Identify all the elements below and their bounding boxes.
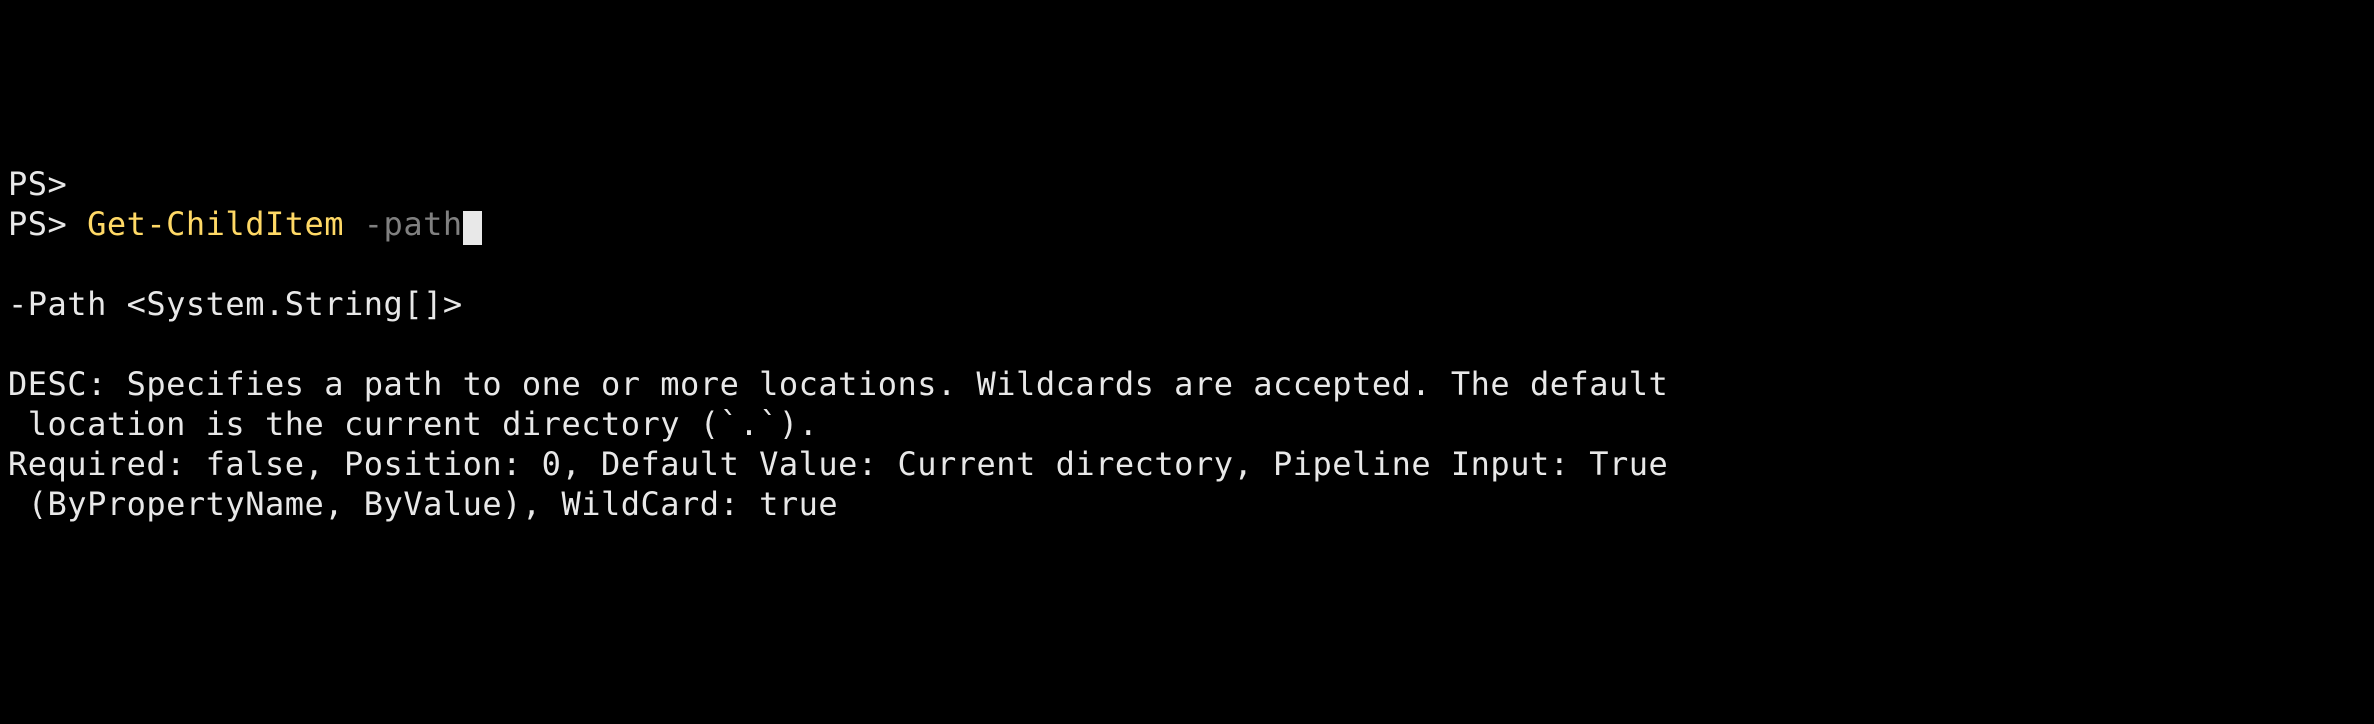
command-input-line[interactable]: PS> Get-ChildItem -path	[8, 204, 2366, 244]
parameter-syntax: -Path <System.String[]>	[8, 284, 2366, 324]
terminal-output[interactable]: PS>PS> Get-ChildItem -path -Path <System.…	[8, 164, 2366, 524]
blank-line	[8, 244, 2366, 284]
parameter-name: -path	[364, 205, 463, 243]
parameter-properties: Required: false, Position: 0, Default Va…	[8, 444, 2366, 524]
ps-prompt: PS>	[8, 205, 87, 243]
desc-label: DESC:	[8, 365, 127, 403]
cmdlet-name: Get-ChildItem	[87, 205, 344, 243]
parameter-description: DESC: Specifies a path to one or more lo…	[8, 364, 2366, 444]
desc-body: Specifies a path to one or more location…	[8, 365, 1668, 443]
blank-line	[8, 324, 2366, 364]
ps-prompt: PS>	[8, 165, 67, 203]
cursor-icon	[463, 211, 482, 245]
prompt-line-empty: PS>	[8, 164, 2366, 204]
